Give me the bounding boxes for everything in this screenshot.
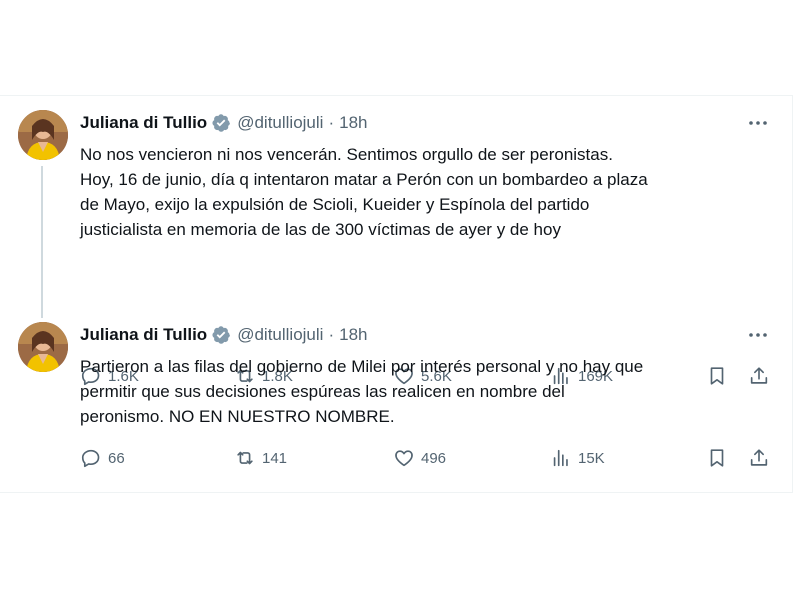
views-count: 15K (578, 449, 605, 467)
author-name[interactable]: Juliana di Tullio (80, 325, 207, 345)
avatar[interactable] (18, 110, 68, 160)
share-icon[interactable] (748, 446, 770, 470)
thread-connector-line (41, 166, 43, 318)
reply-count: 66 (108, 449, 125, 467)
tweet-text: No nos vencieron ni nos vencerán. Sentim… (80, 142, 770, 242)
tweet-text: Partieron a las filas del gobierno de Mi… (80, 354, 770, 429)
tweet-header: Juliana di Tullio @ditulliojuli · 18h (80, 112, 368, 134)
tweet-text-line: Partieron a las filas del gobierno de Mi… (80, 357, 644, 376)
tweet-actions: 66 141 496 15K (80, 446, 770, 470)
avatar[interactable] (18, 322, 68, 372)
bookmark-icon[interactable] (706, 446, 728, 470)
like-button[interactable]: 496 (393, 446, 446, 470)
author-handle[interactable]: @ditulliojuli (237, 325, 323, 345)
tweet-text-line: peronismo. NO EN NUESTRO NOMBRE. (80, 407, 395, 426)
reply-icon (81, 449, 100, 468)
tweet-text-line: No nos vencieron ni nos vencerán. Sentim… (80, 145, 613, 164)
separator-dot: · (328, 325, 335, 344)
author-name[interactable]: Juliana di Tullio (80, 113, 207, 133)
heart-icon (395, 450, 413, 467)
tweet-text-line: permitir que sus decisiones espúreas las… (80, 382, 565, 401)
separator-dot: · (328, 113, 335, 132)
tweet-text-line: de Mayo, exijo la expulsión de Scioli, K… (80, 195, 590, 214)
tweet-header: Juliana di Tullio @ditulliojuli · 18h (80, 324, 368, 346)
repost-button[interactable]: 141 (234, 446, 287, 470)
reply-button[interactable]: 66 (80, 446, 125, 470)
more-icon[interactable] (747, 112, 769, 134)
tweet-thread: Juliana di Tullio @ditulliojuli · 18h No… (0, 95, 793, 493)
tweet-text-line: justicialista en memoria de las de 300 v… (80, 220, 561, 239)
views-icon (553, 449, 568, 467)
verified-badge-icon (211, 325, 231, 345)
views-button[interactable]: 15K (550, 446, 605, 470)
author-handle[interactable]: @ditulliojuli (237, 113, 323, 133)
repost-icon (237, 451, 253, 465)
like-count: 496 (421, 449, 447, 467)
timestamp[interactable]: 18h (339, 325, 367, 345)
timestamp[interactable]: 18h (339, 113, 367, 133)
verified-badge-icon (211, 113, 231, 133)
repost-count: 141 (262, 449, 288, 467)
tweet-text-line: Hoy, 16 de junio, día q intentaron matar… (80, 170, 648, 189)
more-icon[interactable] (747, 324, 769, 346)
